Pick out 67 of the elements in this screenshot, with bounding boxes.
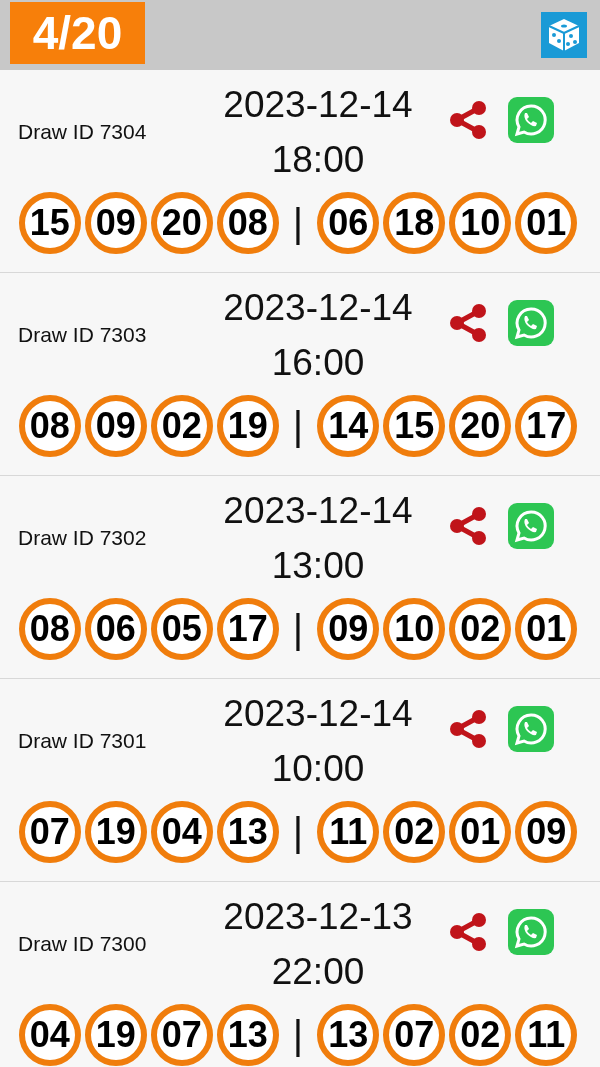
number-ball: 18: [383, 192, 446, 254]
separator: |: [291, 606, 305, 652]
number-ball: 01: [515, 192, 578, 254]
number-ball: 04: [18, 1004, 81, 1066]
number-ball: 09: [84, 192, 147, 254]
number-ball: 11: [515, 1004, 578, 1066]
number-ball: 10: [383, 598, 446, 660]
number-ball: 13: [216, 1004, 279, 1066]
number-ball: 08: [18, 598, 81, 660]
number-ball: 02: [383, 801, 446, 863]
number-ball: 01: [515, 598, 578, 660]
number-ball: 20: [150, 192, 213, 254]
number-ball: 19: [84, 1004, 147, 1066]
number-ball: 13: [216, 801, 279, 863]
whatsapp-icon[interactable]: [508, 503, 554, 549]
number-ball: 09: [317, 598, 380, 660]
draw-date: 2023-12-14: [223, 692, 413, 736]
whatsapp-icon[interactable]: [508, 909, 554, 955]
whatsapp-icon[interactable]: [508, 97, 554, 143]
number-ball: 17: [515, 395, 578, 457]
dice-icon[interactable]: [541, 12, 587, 58]
number-ball: 08: [216, 192, 279, 254]
draw-time: 16:00: [271, 341, 365, 385]
number-ball: 15: [18, 192, 81, 254]
number-ball: 06: [317, 192, 380, 254]
number-ball: 07: [383, 1004, 446, 1066]
number-ball: 11: [317, 801, 380, 863]
draw-time: 22:00: [271, 950, 365, 994]
number-ball: 05: [150, 598, 213, 660]
separator: |: [291, 200, 305, 246]
number-ball: 09: [84, 395, 147, 457]
separator: |: [291, 1012, 305, 1058]
page-counter: 4/20: [10, 2, 145, 64]
draw-date: 2023-12-14: [223, 83, 413, 127]
draw-date: 2023-12-14: [223, 489, 413, 533]
number-ball: 13: [317, 1004, 380, 1066]
whatsapp-icon[interactable]: [508, 300, 554, 346]
draw-id: Draw ID 7304: [17, 120, 148, 144]
draw-id: Draw ID 7301: [17, 729, 148, 753]
draw-id: Draw ID 7303: [17, 323, 148, 347]
number-ball: 14: [317, 395, 380, 457]
number-ball: 06: [84, 598, 147, 660]
draw-id: Draw ID 7302: [17, 526, 148, 550]
draw-date: 2023-12-13: [223, 895, 413, 939]
number-ball: 08: [18, 395, 81, 457]
number-ball: 19: [84, 801, 147, 863]
draw-id: Draw ID 7300: [17, 932, 148, 956]
number-ball: 01: [449, 801, 512, 863]
draw-time: 13:00: [271, 544, 365, 588]
number-ball: 02: [449, 598, 512, 660]
number-ball: 19: [216, 395, 279, 457]
number-ball: 20: [449, 395, 512, 457]
draw-date: 2023-12-14: [223, 286, 413, 330]
number-ball: 17: [216, 598, 279, 660]
number-ball: 09: [515, 801, 578, 863]
draw-time: 10:00: [271, 747, 365, 791]
separator: |: [291, 809, 305, 855]
number-ball: 10: [449, 192, 512, 254]
number-ball: 07: [18, 801, 81, 863]
number-ball: 07: [150, 1004, 213, 1066]
separator: |: [291, 403, 305, 449]
number-ball: 04: [150, 801, 213, 863]
draw-time: 18:00: [271, 138, 365, 182]
whatsapp-icon[interactable]: [508, 706, 554, 752]
number-ball: 15: [383, 395, 446, 457]
number-ball: 02: [449, 1004, 512, 1066]
number-ball: 02: [150, 395, 213, 457]
